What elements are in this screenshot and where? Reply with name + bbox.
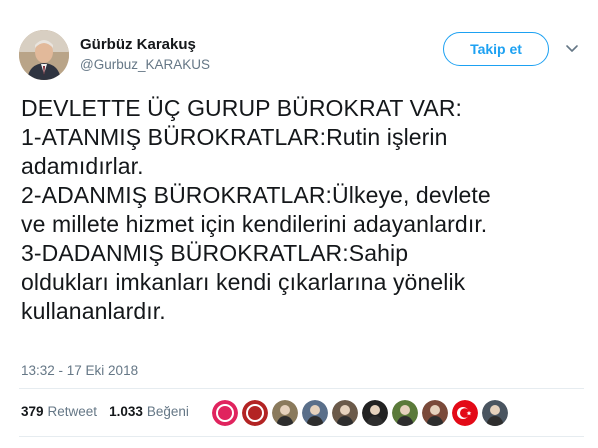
author-avatar[interactable] [19,30,69,80]
liker-avatar-1[interactable] [212,400,238,426]
tweet-text-line: 1-ATANMIŞ BÜROKRATLAR:Rutin işlerin [21,124,448,150]
liker-avatar-5[interactable] [332,400,358,426]
chevron-down-icon[interactable] [564,40,580,56]
liker-avatar-4[interactable] [302,400,328,426]
liker-avatar-10[interactable] [482,400,508,426]
divider [19,436,584,437]
tweet-text-line: ve millete hizmet için kendilerini adaya… [21,211,488,237]
retweet-label: Retweet [47,404,98,419]
divider [19,388,584,389]
tweet-text-line: DEVLETTE ÜÇ GURUP BÜROKRAT VAR: [21,95,463,121]
tweet-text-line: adamıdırlar. [21,153,144,179]
like-label: Beğeni [146,404,189,419]
tweet-timestamp[interactable]: 13:32 - 17 Eki 2018 [21,363,138,378]
like-stat[interactable]: 1.033 Beğeni [109,404,189,419]
liker-avatar-7[interactable] [392,400,418,426]
tweet-header: Gürbüz Karakuş @Gurbuz_KARAKUS Takip et [19,28,584,82]
tweet-text-line: 2-ADANMIŞ BÜROKRATLAR:Ülkeye, devlete [21,182,491,208]
author-name[interactable]: Gürbüz Karakuş [80,36,196,53]
retweet-count: 379 [21,404,44,419]
tweet-card: Gürbüz Karakuş @Gurbuz_KARAKUS Takip et … [0,0,598,448]
author-handle[interactable]: @Gurbuz_KARAKUS [80,57,210,72]
tweet-stats: 379 Retweet 1.033 Beğeni [21,404,201,419]
liker-avatar-9[interactable] [452,400,478,426]
avatar-portrait [19,30,69,80]
retweet-stat[interactable]: 379 Retweet [21,404,97,419]
liker-avatars [212,400,512,426]
tweet-text-line: 3-DADANMIŞ BÜROKRATLAR:Sahip [21,240,409,266]
tweet-text: DEVLETTE ÜÇ GURUP BÜROKRAT VAR: 1-ATANMI… [21,94,591,326]
liker-avatar-3[interactable] [272,400,298,426]
liker-avatar-2[interactable] [242,400,268,426]
like-count: 1.033 [109,404,143,419]
liker-avatar-8[interactable] [422,400,448,426]
follow-button[interactable]: Takip et [443,32,549,66]
tweet-text-line: oldukları imkanları kendi çıkarlarına yö… [21,269,466,295]
tweet-text-line: kullananlardır. [21,298,166,324]
liker-avatar-6[interactable] [362,400,388,426]
